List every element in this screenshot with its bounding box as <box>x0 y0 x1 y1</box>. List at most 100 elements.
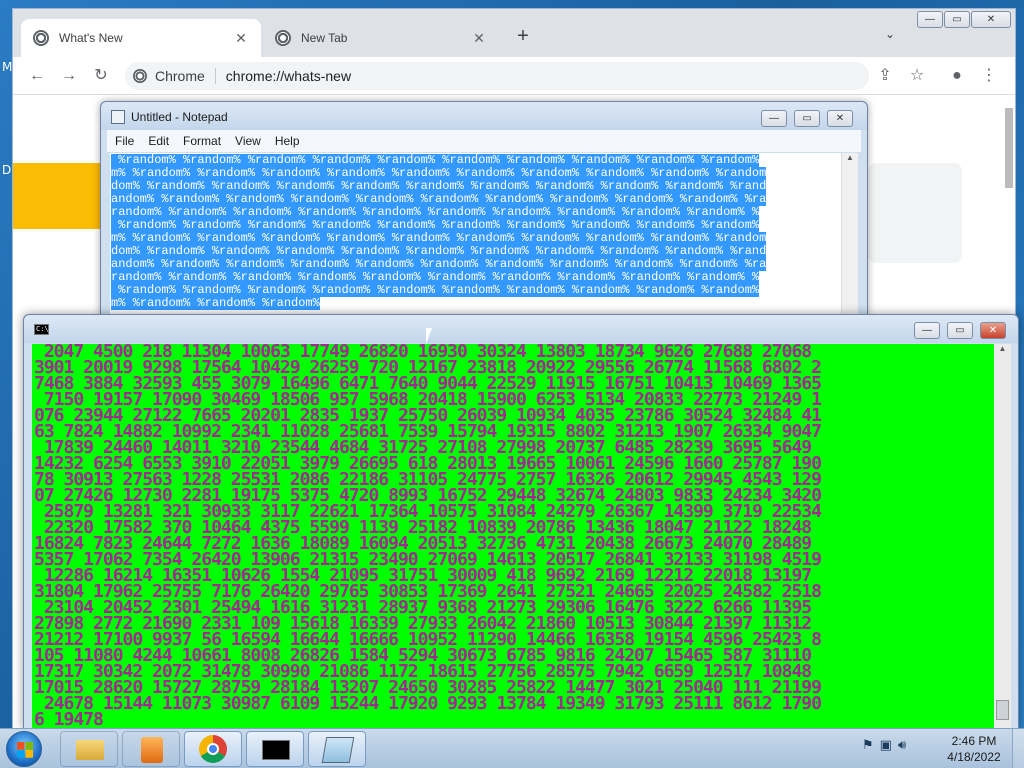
chrome-icon <box>133 69 147 83</box>
cmd-window-controls: — ▭ ✕ <box>914 322 1006 340</box>
mouse-cursor-icon <box>426 328 432 344</box>
cmd-titlebar[interactable]: C:\ — ▭ ✕ <box>24 315 1018 343</box>
cmd-output-line: 27898 2772 21690 2331 109 15618 16339 27… <box>34 616 812 632</box>
notepad-icon <box>321 737 355 763</box>
cmd-output-line: 23104 20452 2301 25494 1616 31231 28937 … <box>34 600 812 616</box>
menu-edit[interactable]: Edit <box>148 134 169 148</box>
notepad-line: andom% %random% %random% %random% %rando… <box>111 258 841 271</box>
show-desktop-button[interactable] <box>1012 729 1024 768</box>
profile-icon[interactable]: ● <box>947 66 967 86</box>
network-icon[interactable]: ▣ <box>880 737 892 753</box>
site-chip: Chrome <box>155 68 216 84</box>
minimize-button[interactable]: — <box>761 110 787 127</box>
scrollbar-thumb[interactable] <box>996 700 1009 720</box>
cmd-output-line: 17839 24460 14011 3210 23544 4684 31725 … <box>34 440 812 456</box>
menu-icon[interactable]: ⋮ <box>979 66 999 86</box>
volume-icon[interactable]: 🔊︎ <box>898 737 906 753</box>
cmd-scrollbar[interactable]: ▲ <box>994 344 1011 729</box>
taskbar-notepad[interactable] <box>308 731 366 767</box>
cmd-output-line: 2047 4500 218 11304 10063 17749 26820 16… <box>34 344 812 360</box>
tab-title: What's New <box>59 31 123 45</box>
selected-text: %random% %random% %random% %random% %ran… <box>111 154 760 167</box>
media-player-icon <box>141 737 163 763</box>
flag-icon[interactable]: ⚑ <box>862 737 874 753</box>
cmd-output-line: 3901 20019 9298 17564 10429 26259 720 12… <box>34 360 822 376</box>
back-icon[interactable]: ← <box>27 66 47 86</box>
taskbar-chrome[interactable] <box>184 731 242 767</box>
cmd-output-line: 78 30913 27563 1228 25531 2086 22186 311… <box>34 472 822 488</box>
menu-format[interactable]: Format <box>183 134 221 148</box>
maximize-button[interactable]: ▭ <box>944 11 970 28</box>
chrome-icon <box>33 30 49 46</box>
maximize-button[interactable]: ▭ <box>947 322 973 339</box>
cmd-output-line: 63 7824 14882 10992 2341 11028 25681 753… <box>34 424 822 440</box>
selected-text: m% %random% %random% %random% %random% %… <box>111 232 767 245</box>
tab-close-icon[interactable]: ✕ <box>471 30 487 47</box>
cmd-output-line: 6 19478 <box>34 712 104 728</box>
scrollbar-thumb[interactable] <box>1005 108 1013 188</box>
tab-whats-new[interactable]: What's New ✕ <box>21 19 261 57</box>
selected-text: m% %random% %random% %random% %random% %… <box>111 167 767 180</box>
browser-toolbar: ← → ↻ Chrome chrome://whats-new ⇪ ☆ ● ⋮ <box>13 57 1015 95</box>
cmd-icon: C:\ <box>34 324 49 335</box>
tab-search-icon[interactable]: ⌄ <box>885 27 895 41</box>
desktop-text-fragment: M <box>2 60 13 74</box>
notepad-editor[interactable]: %random% %random% %random% %random% %ran… <box>110 153 858 315</box>
chrome-icon <box>199 735 227 763</box>
notepad-line: %random% %random% %random% %random% %ran… <box>111 219 841 232</box>
clock-time: 2:46 PM <box>951 734 997 748</box>
page-scrollbar[interactable] <box>1003 96 1015 196</box>
cmd-output-text: 2047 4500 218 11304 10063 17749 26820 16… <box>34 344 994 728</box>
cmd-output-line: 25879 13281 321 30933 3117 22621 17364 1… <box>34 504 822 520</box>
tab-title: New Tab <box>301 31 348 45</box>
notepad-line: andom% %random% %random% %random% %rando… <box>111 193 841 206</box>
notepad-scrollbar[interactable]: ▲ <box>841 153 858 315</box>
selected-text: %random% %random% %random% %random% %ran… <box>111 284 760 297</box>
cmd-output-line: 22320 17582 370 10464 4375 5599 1139 251… <box>34 520 812 536</box>
selected-text: andom% %random% %random% %random% %rando… <box>111 193 767 206</box>
window-title: Untitled - Notepad <box>131 110 228 124</box>
cmd-output-line: 24678 15144 11073 30987 6109 15244 17920… <box>34 696 822 712</box>
bookmark-star-icon[interactable]: ☆ <box>907 66 927 86</box>
taskbar-cmd[interactable] <box>246 731 304 767</box>
notepad-line: random% %random% %random% %random% %rand… <box>111 206 841 219</box>
cmd-output[interactable]: 2047 4500 218 11304 10063 17749 26820 16… <box>32 344 994 729</box>
notepad-line: %random% %random% %random% %random% %ran… <box>111 154 841 167</box>
close-button[interactable]: ✕ <box>971 11 1011 28</box>
selected-text: dom% %random% %random% %random% %random%… <box>111 245 767 258</box>
taskbar-media-player[interactable] <box>122 731 180 767</box>
cmd-output-line: 14232 6254 6553 3910 22051 3979 26695 61… <box>34 456 822 472</box>
cmd-output-line: 21212 17100 9937 56 16594 16644 16666 10… <box>34 632 822 648</box>
menu-file[interactable]: File <box>115 134 134 148</box>
cmd-output-line: 7468 3884 32593 455 3079 16496 6471 7640… <box>34 376 822 392</box>
start-button[interactable] <box>6 731 42 767</box>
close-button[interactable]: ✕ <box>827 110 853 127</box>
menu-view[interactable]: View <box>235 134 261 148</box>
menu-help[interactable]: Help <box>275 134 300 148</box>
folder-icon <box>76 740 104 760</box>
minimize-button[interactable]: — <box>914 322 940 339</box>
minimize-button[interactable]: — <box>917 11 943 28</box>
notepad-line: m% %random% %random% %random% %random% %… <box>111 232 841 245</box>
notepad-line: m% %random% %random% %random% %random% %… <box>111 167 841 180</box>
notepad-line: m% %random% %random% %random% <box>111 297 841 310</box>
maximize-button[interactable]: ▭ <box>794 110 820 127</box>
notepad-titlebar[interactable]: Untitled - Notepad — ▭ ✕ <box>101 102 867 130</box>
new-tab-button[interactable]: + <box>511 25 535 49</box>
url-text: chrome://whats-new <box>225 68 352 84</box>
clock-date: 4/18/2022 <box>947 750 1001 764</box>
tab-close-icon[interactable]: ✕ <box>233 30 249 47</box>
clock[interactable]: 2:46 PM 4/18/2022 <box>944 733 1004 765</box>
share-icon[interactable]: ⇪ <box>875 66 895 86</box>
selected-text: m% %random% %random% %random% <box>111 297 320 310</box>
taskbar-explorer[interactable] <box>60 731 118 767</box>
notepad-menubar: File Edit Format View Help <box>107 130 861 152</box>
notepad-text[interactable]: %random% %random% %random% %random% %ran… <box>111 154 841 310</box>
reload-icon[interactable]: ↻ <box>91 66 111 86</box>
address-bar[interactable]: Chrome chrome://whats-new <box>125 62 869 90</box>
close-button[interactable]: ✕ <box>980 322 1006 339</box>
cmd-output-line: 16824 7823 24644 7272 1636 18089 16094 2… <box>34 536 812 552</box>
cmd-output-line: 17015 28620 15727 28759 28184 13207 2465… <box>34 680 822 696</box>
tab-new-tab[interactable]: New Tab ✕ <box>263 19 499 57</box>
forward-icon[interactable]: → <box>59 66 79 86</box>
